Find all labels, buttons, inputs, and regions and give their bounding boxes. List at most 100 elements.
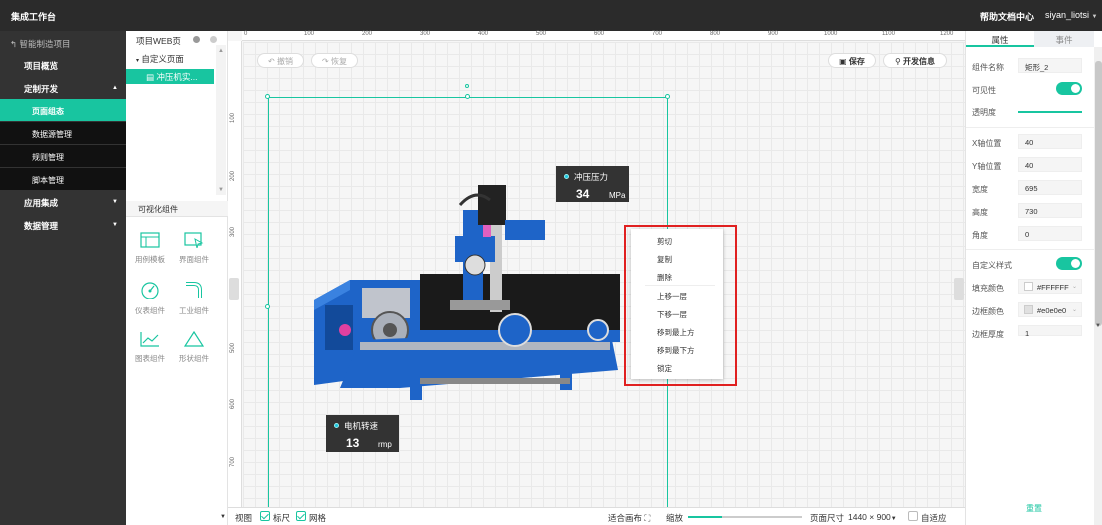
resize-handle[interactable]	[265, 94, 270, 99]
ruler-tick: 900	[768, 31, 779, 37]
resize-handle[interactable]	[665, 94, 670, 99]
component-chart[interactable]: 图表组件	[128, 331, 172, 364]
tab-events[interactable]: 事件	[1034, 31, 1094, 47]
y-label: Y轴位置	[972, 162, 1002, 171]
visibility-toggle[interactable]	[1056, 82, 1082, 95]
zoom-slider[interactable]	[688, 516, 802, 518]
ruler-tick: 1100	[882, 31, 895, 37]
ruler-tick: 500	[230, 342, 236, 353]
reset-button[interactable]: 重置	[1026, 503, 1042, 514]
sidebar-item-custom-dev[interactable]: 定制开发 ▲	[0, 77, 126, 99]
tree-scrollbar[interactable]: ▲ ▼	[216, 45, 226, 195]
help-docs-link[interactable]: 帮助文档中心	[980, 10, 1034, 23]
user-menu[interactable]: siyan_liotsi ▼	[1045, 10, 1098, 20]
resize-handle[interactable]	[465, 94, 470, 99]
component-industrial[interactable]: 工业组件	[172, 281, 216, 316]
highlight-frame	[624, 225, 737, 386]
tree-node-label: 自定义页面	[141, 54, 184, 64]
scroll-up-icon[interactable]: ▲	[218, 48, 224, 54]
opacity-label: 透明度	[972, 108, 996, 117]
project-back[interactable]: ↰ 智能制造项目	[10, 38, 71, 50]
components-header: 可视化组件	[126, 201, 228, 217]
sidebar-item-overview[interactable]: 项目概览	[0, 54, 126, 76]
custom-style-toggle[interactable]	[1056, 257, 1082, 270]
y-input[interactable]: 40	[1018, 157, 1082, 172]
divider	[966, 127, 1094, 128]
component-ui[interactable]: 界面组件	[172, 232, 216, 265]
angle-input[interactable]: 0	[1018, 226, 1082, 241]
ruler-tick: 100	[230, 112, 236, 123]
zoom-slider-fill	[688, 516, 723, 518]
rotate-handle[interactable]	[465, 84, 469, 88]
autofit-checkbox[interactable]	[908, 511, 918, 521]
add-icon[interactable]	[210, 36, 217, 43]
view-label: 视图	[235, 513, 253, 523]
scrollbar-thumb[interactable]	[1095, 61, 1102, 326]
sidebar-item-app-integration[interactable]: 应用集成 ▼	[0, 191, 126, 213]
tab-properties[interactable]: 属性	[966, 31, 1034, 47]
dev-info-label: 开发信息	[903, 57, 936, 66]
sidebar-item-data-mgmt[interactable]: 数据管理 ▼	[0, 214, 126, 236]
dev-info-button[interactable]: ⚲ 开发信息	[883, 53, 947, 68]
fill-color-label: 填充颜色	[972, 284, 1004, 293]
divider	[966, 249, 1094, 250]
height-input[interactable]: 730	[1018, 203, 1082, 218]
sidebar-item-label: 数据管理	[24, 221, 59, 231]
save-button[interactable]: ▣ 保存	[828, 53, 876, 68]
component-gauge[interactable]: 仪表组件	[128, 281, 172, 316]
top-bar: 集成工作台 帮助文档中心 siyan_liotsi ▼	[0, 0, 1102, 31]
scroll-down-icon[interactable]: ▼	[218, 187, 224, 193]
sensor-name: 冲压压力	[574, 172, 609, 182]
ruler-vertical: 100 200 300 400 500 600 700	[228, 41, 242, 507]
ruler-tick: 500	[536, 31, 547, 37]
ruler-tick: 600	[594, 31, 605, 37]
x-input[interactable]: 40	[1018, 134, 1082, 149]
chevron-up-icon: ▲	[112, 85, 118, 91]
page-size-select[interactable]: 1440 × 900▼	[848, 512, 897, 522]
chevron-down-icon[interactable]: ▼	[220, 514, 226, 520]
sidebar-item-label: 定制开发	[24, 84, 59, 94]
redo-icon: ↷	[322, 57, 329, 66]
ruler-tick: 700	[652, 31, 663, 37]
opacity-slider[interactable]	[1018, 111, 1082, 113]
sidebar-subitem-rules[interactable]: 规则管理	[0, 145, 126, 167]
fit-icon: ⛶	[644, 513, 651, 523]
component-shape[interactable]: 形状组件	[172, 331, 216, 364]
grid-checkbox[interactable]	[296, 511, 306, 521]
sensor-motor-speed[interactable]: 电机转速 13 rmp	[326, 415, 399, 452]
lathe-machine-image[interactable]	[300, 180, 640, 410]
undo-button[interactable]: ↶ 撤销	[257, 53, 304, 68]
sidebar-subitem-datasource[interactable]: 数据源管理	[0, 122, 126, 144]
settings-icon[interactable]	[193, 36, 200, 43]
sidebar-subitem-page-config[interactable]: 页面组态	[0, 99, 126, 121]
zoom-label: 缩放	[666, 513, 684, 523]
sensor-unit: MPa	[609, 191, 626, 200]
collapse-right-button[interactable]	[954, 278, 964, 300]
border-width-label: 边框厚度	[972, 330, 1004, 339]
component-template[interactable]: 用例模板	[128, 232, 172, 265]
fit-canvas-button[interactable]: 适合画布 ⛶	[608, 512, 650, 524]
width-input[interactable]: 695	[1018, 180, 1082, 195]
tree-node-selected[interactable]: ▤ 冲压机实...	[126, 69, 214, 84]
gauge-icon	[141, 282, 159, 299]
save-icon: ▣	[839, 57, 847, 66]
cursor-icon	[184, 232, 204, 248]
border-width-input[interactable]: 1	[1018, 325, 1082, 338]
ruler-horizontal: 0 100 200 300 400 500 600 700 800 900 10…	[242, 31, 965, 41]
width-label: 宽度	[972, 185, 988, 194]
chevron-down-icon: ⌄	[1071, 307, 1077, 313]
redo-button[interactable]: ↷ 恢复	[311, 53, 358, 68]
collapse-left-button[interactable]	[229, 278, 239, 300]
sensor-pressure[interactable]: 冲压压力 34 MPa	[556, 166, 629, 202]
border-color-value: #e0e0e0	[1037, 306, 1067, 315]
name-input[interactable]: 矩形_2	[1018, 58, 1082, 73]
line-chart-icon	[140, 332, 159, 347]
chevron-down-icon: ⌄	[1071, 284, 1077, 290]
pipe-icon	[186, 282, 202, 298]
scroll-down-icon[interactable]: ▼	[1095, 323, 1101, 329]
resize-handle[interactable]	[265, 304, 270, 309]
ruler-checkbox[interactable]	[260, 511, 270, 521]
properties-scrollbar[interactable]: ▼	[1094, 47, 1102, 525]
tree-node-custom-page[interactable]: ▾ 自定义页面	[136, 53, 184, 65]
sidebar-subitem-scripts[interactable]: 脚本管理	[0, 168, 126, 190]
